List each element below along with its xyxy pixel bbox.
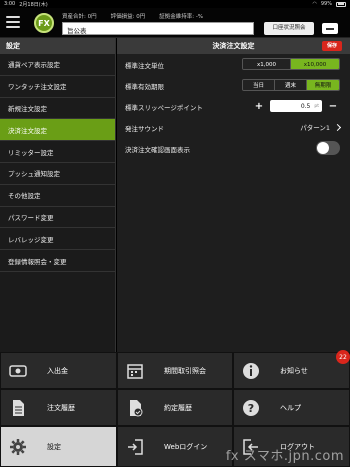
- news-label: お知らせ: [280, 366, 308, 375]
- expiry-selector: 当日 週末 無期限: [242, 79, 340, 91]
- sidebar-item-limiter[interactable]: リミッター設定: [0, 141, 115, 163]
- expiry-option-unlimited[interactable]: 無期限: [307, 80, 339, 90]
- confirm-toggle[interactable]: [316, 141, 340, 155]
- sidebar-title: 設定: [0, 38, 115, 54]
- settlement-settings-panel: 決済注文設定 保存 標準注文単位 x1,000 x10,000 標準有効期限 当…: [117, 38, 350, 352]
- save-button[interactable]: 保存: [322, 41, 342, 51]
- document-icon: [9, 399, 27, 417]
- setting-expiry: 標準有効期限 当日 週末 無期限: [117, 75, 350, 96]
- collapse-button[interactable]: [322, 23, 338, 34]
- status-bar: 3:00 2月18日(木) ◠ 99%: [0, 0, 350, 8]
- battery-percent: 99%: [320, 1, 332, 7]
- sound-selector[interactable]: パターン1: [300, 122, 342, 132]
- deposit-icon: [9, 362, 27, 380]
- help-label: ヘルプ: [280, 403, 301, 412]
- chevron-right-icon: [333, 123, 342, 131]
- setting-sound[interactable]: 発注サウンド パターン1: [117, 117, 350, 138]
- period-history-label: 期間取引照会: [164, 366, 206, 375]
- status-time: 3:00: [4, 1, 16, 7]
- slippage-unit: pt: [314, 103, 319, 109]
- confirm-label: 決済注文確認画面表示: [125, 145, 190, 154]
- order-history-tile[interactable]: 注文履歴: [0, 389, 117, 426]
- document-check-icon: [126, 399, 144, 417]
- sidebar-item-leverage[interactable]: レバレッジ変更: [0, 228, 115, 251]
- slippage-value: 0.5: [300, 102, 311, 110]
- menu-icon[interactable]: [6, 16, 20, 28]
- web-login-label: Webログイン: [164, 442, 208, 451]
- setting-unit: 標準注文単位 x1,000 x10,000: [117, 54, 350, 75]
- web-login-tile[interactable]: Webログイン: [117, 426, 233, 467]
- calendar-icon: [126, 362, 144, 380]
- sidebar-item-new-order[interactable]: 新規注文設定: [0, 97, 115, 120]
- panel-title: 決済注文設定: [212, 42, 255, 50]
- fx-logo: FX: [34, 13, 54, 33]
- header: FX 資産合計: 0円 評価損益: 0円 証拠金維持率: -% 旨公表 口座状況…: [0, 8, 350, 38]
- gear-icon: [9, 438, 27, 456]
- sidebar-item-password[interactable]: パスワード変更: [0, 206, 115, 229]
- settings-sidebar: 設定 通貨ペア表示設定 ワンタッチ注文設定 新規注文設定 決済注文設定 リミッタ…: [0, 38, 116, 352]
- valuation: 評価損益: 0円: [110, 14, 146, 20]
- minus-button[interactable]: −: [326, 99, 340, 113]
- order-history-label: 注文履歴: [47, 403, 75, 412]
- margin-ratio: 証拠金維持率: -%: [159, 14, 204, 20]
- battery-icon: [336, 1, 346, 7]
- svg-text:?: ?: [248, 402, 254, 415]
- slippage-stepper: + 0.5 pt −: [252, 99, 340, 113]
- period-history-tile[interactable]: 期間取引照会: [117, 352, 233, 389]
- settings-label: 設定: [47, 442, 61, 451]
- status-date: 2月18日(木): [19, 1, 48, 8]
- expiry-option-weekend[interactable]: 週末: [275, 80, 307, 90]
- sidebar-item-other[interactable]: その他設定: [0, 184, 115, 207]
- execution-history-tile[interactable]: 約定履歴: [117, 389, 233, 426]
- plus-button[interactable]: +: [252, 99, 266, 113]
- watermark: fx スマホ.jpn.com: [225, 449, 344, 464]
- slippage-input[interactable]: 0.5 pt: [270, 100, 322, 112]
- total-assets: 資産合計: 0円: [62, 14, 97, 20]
- panel-header: 決済注文設定 保存: [117, 38, 350, 54]
- account-summary: 資産合計: 0円 評価損益: 0円 証拠金維持率: -%: [62, 12, 217, 20]
- news-tile[interactable]: お知らせ: [233, 352, 350, 389]
- account-name-field[interactable]: 旨公表: [62, 22, 254, 35]
- unit-selector: x1,000 x10,000: [242, 58, 340, 70]
- execution-history-label: 約定履歴: [164, 403, 192, 412]
- unit-option-10000[interactable]: x10,000: [291, 59, 339, 69]
- unit-option-1000[interactable]: x1,000: [243, 59, 291, 69]
- deposit-label: 入出金: [47, 366, 68, 375]
- setting-confirm: 決済注文確認画面表示: [117, 138, 350, 159]
- help-tile[interactable]: ? ヘルプ: [233, 389, 350, 426]
- sidebar-item-settlement-order[interactable]: 決済注文設定: [0, 119, 115, 142]
- setting-slippage: 標準スリッページポイント + 0.5 pt −: [117, 96, 350, 117]
- sidebar-item-push[interactable]: プッシュ通知設定: [0, 162, 115, 185]
- sidebar-item-currency-pair[interactable]: 通貨ペア表示設定: [0, 54, 115, 76]
- sidebar-item-one-touch[interactable]: ワンタッチ注文設定: [0, 75, 115, 98]
- help-icon: ?: [242, 399, 260, 417]
- news-badge: 22: [336, 350, 350, 364]
- login-icon: [126, 438, 144, 456]
- expiry-option-today[interactable]: 当日: [243, 80, 275, 90]
- sidebar-item-registration[interactable]: 登録情報照会・変更: [0, 250, 115, 272]
- sound-value: パターン1: [300, 124, 330, 132]
- deposit-tile[interactable]: 入出金: [0, 352, 117, 389]
- wifi-icon: ◠: [312, 1, 317, 7]
- settings-tile[interactable]: 設定: [0, 426, 117, 467]
- account-status-button[interactable]: 口座状況照会: [264, 22, 314, 35]
- info-icon: [242, 362, 260, 380]
